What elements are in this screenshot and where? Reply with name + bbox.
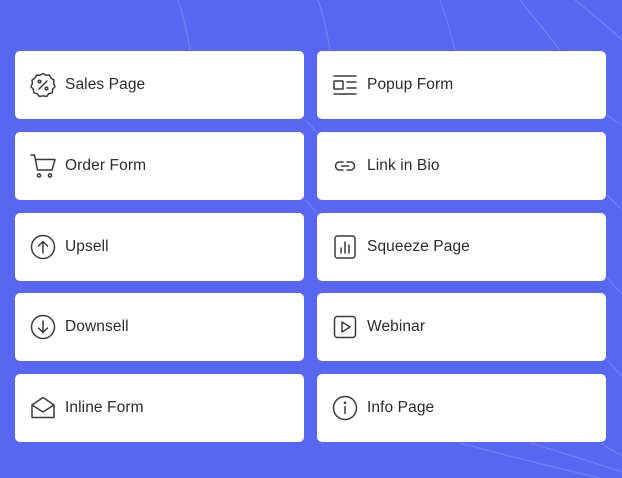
card-downsell[interactable]: Downsell — [15, 293, 304, 361]
card-label: Popup Form — [367, 76, 454, 93]
card-label: Downsell — [65, 318, 129, 335]
card-label: Sales Page — [65, 76, 146, 93]
card-squeeze-page[interactable]: Squeeze Page — [317, 213, 606, 281]
shopping-cart-icon — [29, 152, 57, 180]
play-square-icon — [331, 313, 359, 341]
card-label: Squeeze Page — [367, 238, 470, 255]
card-label: Info Page — [367, 399, 435, 416]
card-label: Order Form — [65, 157, 147, 174]
bar-chart-icon — [331, 233, 359, 261]
link-icon — [331, 152, 359, 180]
discount-badge-icon — [29, 71, 57, 99]
card-webinar[interactable]: Webinar — [317, 293, 606, 361]
card-label: Inline Form — [65, 399, 144, 416]
card-inline-form[interactable]: Inline Form — [15, 374, 304, 442]
card-popup-form[interactable]: Popup Form — [317, 51, 606, 119]
card-upsell[interactable]: Upsell — [15, 213, 304, 281]
info-circle-icon — [331, 394, 359, 422]
card-link-in-bio[interactable]: Link in Bio — [317, 132, 606, 200]
mail-open-icon — [29, 394, 57, 422]
card-label: Webinar — [367, 318, 426, 335]
card-info-page[interactable]: Info Page — [317, 374, 606, 442]
arrow-down-circle-icon — [29, 313, 57, 341]
popup-layout-icon — [331, 71, 359, 99]
card-order-form[interactable]: Order Form — [15, 132, 304, 200]
arrow-up-circle-icon — [29, 233, 57, 261]
card-label: Upsell — [65, 238, 109, 255]
card-sales-page[interactable]: Sales Page — [15, 51, 304, 119]
template-grid: Sales Page Popup Form Order Form Link in… — [0, 0, 622, 478]
card-label: Link in Bio — [367, 157, 440, 174]
